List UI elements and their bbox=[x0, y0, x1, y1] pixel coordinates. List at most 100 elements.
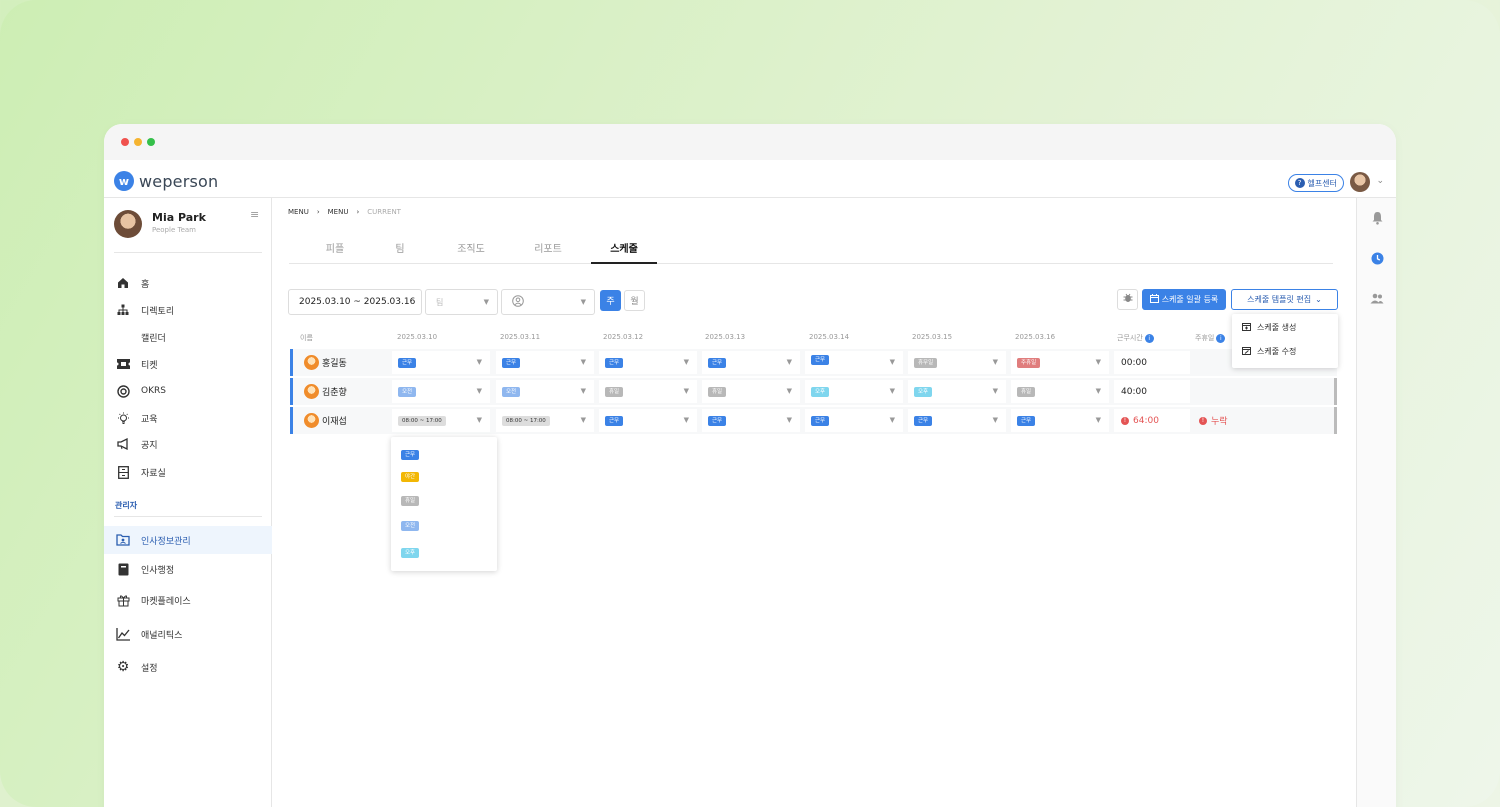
tab-people[interactable]: 피플 bbox=[302, 240, 368, 255]
week-view-button[interactable]: 주 bbox=[600, 290, 621, 311]
schedule-cell[interactable]: 휴일 ▼ bbox=[702, 380, 800, 403]
megaphone-icon bbox=[116, 437, 130, 451]
dropdown-option[interactable]: 오전 bbox=[401, 521, 420, 531]
schedule-cell[interactable]: 오전 ▼ bbox=[392, 380, 490, 403]
chevron-down-icon: ⌄ bbox=[1315, 295, 1322, 304]
sidebar-item-label: 캘린더 bbox=[141, 333, 166, 344]
user-avatar[interactable] bbox=[1350, 172, 1370, 192]
edit-schedule-item[interactable]: 스케줄 수정 bbox=[1242, 346, 1296, 357]
close-window-dot[interactable] bbox=[121, 138, 129, 146]
sidebar-item-hr-info[interactable]: 인사정보관리 bbox=[104, 526, 272, 554]
shift-badge: 휴일 bbox=[1017, 387, 1036, 397]
tab-schedule[interactable]: 스케줄 bbox=[591, 240, 657, 255]
caret-down-icon: ▼ bbox=[889, 416, 895, 424]
schedule-cell[interactable]: 근무 ▼ bbox=[702, 351, 800, 374]
employee-name[interactable]: 홍길동 bbox=[304, 355, 347, 370]
bell-icon[interactable] bbox=[1369, 210, 1385, 226]
schedule-cell[interactable]: 근무 ▼ bbox=[392, 351, 490, 374]
schedule-cell[interactable]: 오후 ▼ bbox=[805, 380, 903, 403]
schedule-cell[interactable]: 08:00 ~ 17:00 ▼ bbox=[392, 409, 490, 432]
sidebar-item-label: 설정 bbox=[141, 663, 158, 674]
create-schedule-item[interactable]: 스케줄 생성 bbox=[1242, 322, 1296, 333]
schedule-cell[interactable]: 주휴일 ▼ bbox=[1011, 351, 1109, 374]
employee-name-label: 홍길동 bbox=[322, 359, 347, 369]
clock-icon[interactable] bbox=[1369, 250, 1385, 266]
date-range-input[interactable]: 2025.03.10 ~ 2025.03.16 bbox=[288, 289, 422, 315]
team-select[interactable]: 팀 ▼ bbox=[425, 289, 498, 315]
schedule-cell[interactable]: 근무 ▼ bbox=[805, 409, 903, 432]
sidebar-item-okrs[interactable]: OKRS bbox=[104, 378, 272, 404]
gear-icon: ⚙ bbox=[116, 659, 130, 675]
schedule-cell[interactable]: 오후 ▼ bbox=[908, 380, 1006, 403]
logo[interactable]: w weperson bbox=[114, 171, 218, 191]
caret-down-icon: ▼ bbox=[483, 298, 489, 306]
breadcrumb-item[interactable]: MENU bbox=[328, 208, 349, 216]
help-center-button[interactable]: ? 헬프센터 bbox=[1287, 174, 1344, 192]
sidebar: Mia Park People Team ≡ 홈 디렉토리 캘린더 티켓 OKR… bbox=[104, 198, 272, 807]
schedule-cell[interactable]: 근무 ▼ bbox=[599, 351, 697, 374]
caret-down-icon: ▼ bbox=[992, 416, 998, 424]
tab-team[interactable]: 팀 bbox=[367, 240, 433, 255]
sidebar-item-notice[interactable]: 공지 bbox=[104, 431, 272, 457]
chevron-right-icon: › bbox=[316, 208, 320, 216]
tab-org-chart[interactable]: 조직도 bbox=[438, 240, 504, 255]
dropdown-option[interactable]: 오후 bbox=[401, 548, 420, 558]
tab-report[interactable]: 리포트 bbox=[515, 240, 581, 255]
maximize-window-dot[interactable] bbox=[147, 138, 155, 146]
dropdown-option[interactable]: 근무 bbox=[401, 450, 420, 460]
column-header-label: 근무시간 bbox=[1117, 334, 1143, 342]
column-header: 2025.03.16 bbox=[1015, 333, 1056, 341]
sidebar-item-analytics[interactable]: 애널리틱스 bbox=[104, 621, 272, 647]
schedule-cell[interactable]: 오전 ▼ bbox=[496, 380, 594, 403]
schedule-cell[interactable]: 근무 ▼ bbox=[805, 351, 903, 374]
caret-down-icon: ▼ bbox=[992, 387, 998, 395]
schedule-cell[interactable]: 휴일 ▼ bbox=[1011, 380, 1109, 403]
bug-report-button[interactable] bbox=[1117, 289, 1138, 310]
hamburger-menu-icon[interactable]: ≡ bbox=[250, 208, 259, 221]
schedule-cell[interactable]: 휴무일 ▼ bbox=[908, 351, 1006, 374]
sidebar-item-marketplace[interactable]: 마켓플레이스 bbox=[104, 587, 272, 613]
schedule-cell[interactable]: 휴일 ▼ bbox=[599, 380, 697, 403]
sidebar-item-files[interactable]: 자료실 bbox=[104, 459, 272, 485]
template-edit-button[interactable]: 스케줄 템플릿 편집 ⌄ bbox=[1231, 289, 1338, 310]
employee-name[interactable]: 김춘향 bbox=[304, 384, 347, 399]
profile-team: People Team bbox=[152, 226, 196, 234]
chevron-down-icon[interactable]: ⌄ bbox=[1376, 176, 1384, 186]
alert-icon: ! bbox=[1199, 416, 1207, 425]
sidebar-item-calendar[interactable]: 캘린더 bbox=[104, 324, 272, 350]
month-view-button[interactable]: 월 bbox=[624, 290, 645, 311]
caret-down-icon: ▼ bbox=[683, 416, 689, 424]
schedule-cell[interactable]: 근무 ▼ bbox=[496, 351, 594, 374]
sidebar-item-settings[interactable]: ⚙ 설정 bbox=[104, 654, 272, 680]
employee-name-label: 김춘향 bbox=[322, 388, 347, 398]
profile-name: Mia Park bbox=[152, 211, 206, 224]
schedule-cell[interactable]: 근무 ▼ bbox=[702, 409, 800, 432]
shift-badge: 근무 bbox=[914, 416, 933, 426]
sidebar-item-education[interactable]: 교육 bbox=[104, 405, 272, 431]
sidebar-item-directory[interactable]: 디렉토리 bbox=[104, 297, 272, 323]
question-icon: ? bbox=[1294, 178, 1305, 188]
breadcrumb-item[interactable]: MENU bbox=[288, 208, 309, 216]
dropdown-option[interactable]: 야간 bbox=[401, 472, 420, 482]
schedule-cell[interactable]: 근무 ▼ bbox=[908, 409, 1006, 432]
sidebar-item-hr-admin[interactable]: 인사행정 bbox=[104, 556, 272, 582]
column-header: 2025.03.11 bbox=[500, 333, 541, 341]
schedule-cell[interactable]: 근무 ▼ bbox=[599, 409, 697, 432]
people-icon[interactable] bbox=[1369, 290, 1385, 306]
employee-name[interactable]: 이재섭 bbox=[304, 413, 347, 428]
sidebar-item-home[interactable]: 홈 bbox=[104, 270, 272, 296]
sidebar-item-ticket[interactable]: 티켓 bbox=[104, 351, 272, 377]
info-icon[interactable]: i bbox=[1144, 334, 1154, 343]
dropdown-option[interactable]: 휴일 bbox=[401, 496, 420, 506]
schedule-cell[interactable]: 08:00 ~ 17:00 ▼ bbox=[496, 409, 594, 432]
main-content: MENU › MENU › CURRENT 피플 팀 조직도 리포트 스케줄 2… bbox=[272, 198, 1356, 807]
info-icon[interactable]: i bbox=[1216, 334, 1226, 343]
chevron-right-icon: › bbox=[356, 208, 360, 216]
row-indicator bbox=[290, 407, 293, 434]
shift-badge: 오후 bbox=[914, 387, 933, 397]
breadcrumb-current: CURRENT bbox=[367, 208, 401, 216]
schedule-cell[interactable]: 근무 ▼ bbox=[1011, 409, 1109, 432]
minimize-window-dot[interactable] bbox=[134, 138, 142, 146]
member-select[interactable]: ▼ bbox=[501, 289, 595, 315]
bulk-register-button[interactable]: 스케줄 일괄 등록 bbox=[1142, 289, 1226, 310]
